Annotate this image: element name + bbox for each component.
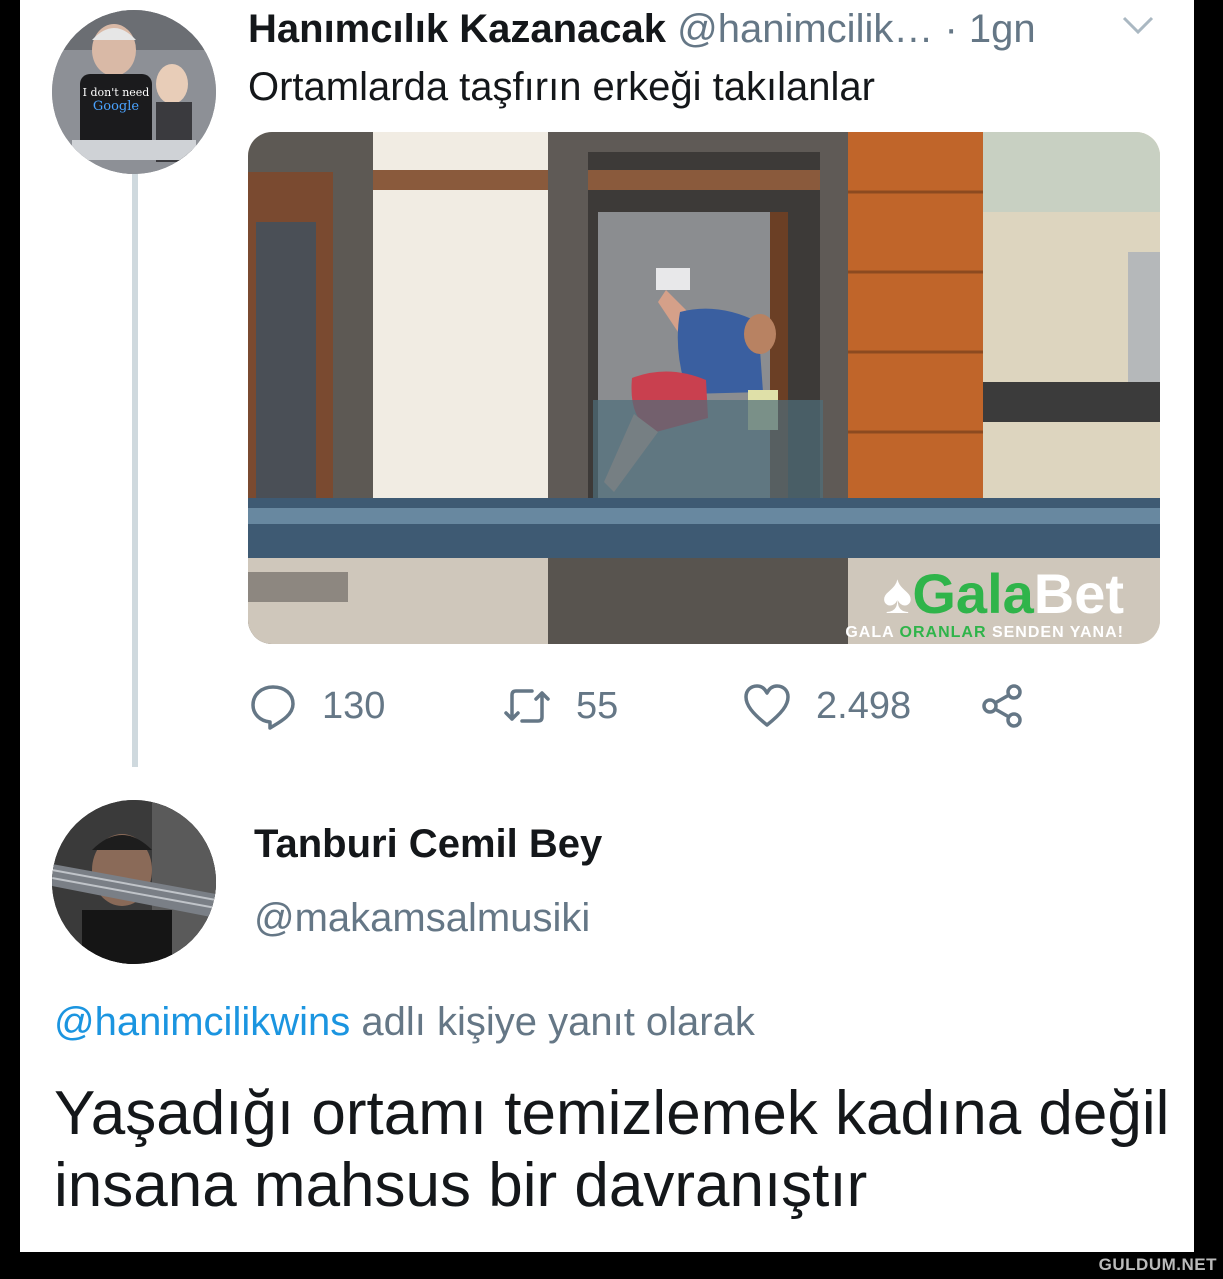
tweet1-header: Hanımcılık Kazanacak @hanimcilik… · 1gn <box>248 4 1036 54</box>
thread-connector-line <box>132 172 138 767</box>
avatar-hanimcilik[interactable]: I don't need Google <box>52 10 216 174</box>
reply-button[interactable]: 130 <box>248 676 385 736</box>
reply-icon <box>251 685 295 730</box>
watermark-tag-highlight: ORANLAR <box>899 624 987 641</box>
like-count: 2.498 <box>816 684 912 727</box>
svg-text:Google: Google <box>93 99 140 114</box>
watermark-tag-part1: GALA <box>845 624 900 641</box>
retweet-icon <box>504 689 550 723</box>
svg-text:I don't need: I don't need <box>83 86 150 99</box>
tweet1-text: Ortamlarda taşfırın erkeği takılanlar <box>248 65 875 109</box>
tweet1-time[interactable]: 1gn <box>969 7 1036 51</box>
reply-to-link[interactable]: @hanimcilikwins <box>54 1000 350 1044</box>
tweet1-display-name[interactable]: Hanımcılık Kazanacak <box>248 7 666 51</box>
watermark-tag-part2: SENDEN YANA! <box>986 624 1124 641</box>
reply-to-suffix: adlı kişiye yanıt olarak <box>350 1000 755 1044</box>
tweet1-media-photo[interactable]: ♠GalaBet GALA ORANLAR SENDEN YANA! <box>248 132 1160 644</box>
tweet1-handle[interactable]: @hanimcilik… <box>677 7 933 51</box>
reply-count: 130 <box>322 684 386 727</box>
tweet1-separator: · <box>933 7 969 51</box>
share-button[interactable] <box>978 676 1028 736</box>
tweet-thread-card: I don't need Google Hanımcılık Kazanacak… <box>20 0 1194 1252</box>
avatar-tanburi[interactable] <box>52 800 216 964</box>
watermark-brand-part1: Gala <box>912 562 1034 625</box>
chevron-down-icon[interactable] <box>1120 14 1156 36</box>
spade-icon: ♠ <box>882 562 913 625</box>
tweet2-display-name[interactable]: Tanburi Cemil Bey <box>254 822 602 867</box>
tweet2-handle[interactable]: @makamsalmusiki <box>254 896 590 941</box>
retweet-button[interactable]: 55 <box>502 676 618 736</box>
reply-context: @hanimcilikwins adlı kişiye yanıt olarak <box>54 1000 755 1045</box>
tweet1-action-bar: 130 55 2.498 <box>248 676 1068 736</box>
heart-icon <box>744 684 790 727</box>
retweet-count: 55 <box>576 684 619 727</box>
share-icon <box>982 684 1022 728</box>
watermark-brand-part2: Bet <box>1033 562 1124 625</box>
galabet-watermark: ♠GalaBet GALA ORANLAR SENDEN YANA! <box>845 564 1124 642</box>
like-button[interactable]: 2.498 <box>742 676 911 736</box>
tweet2-text: Yaşadığı ortamı temizlemek kadına değil … <box>54 1079 1170 1220</box>
site-watermark: GULDUM.NET <box>1098 1255 1217 1274</box>
